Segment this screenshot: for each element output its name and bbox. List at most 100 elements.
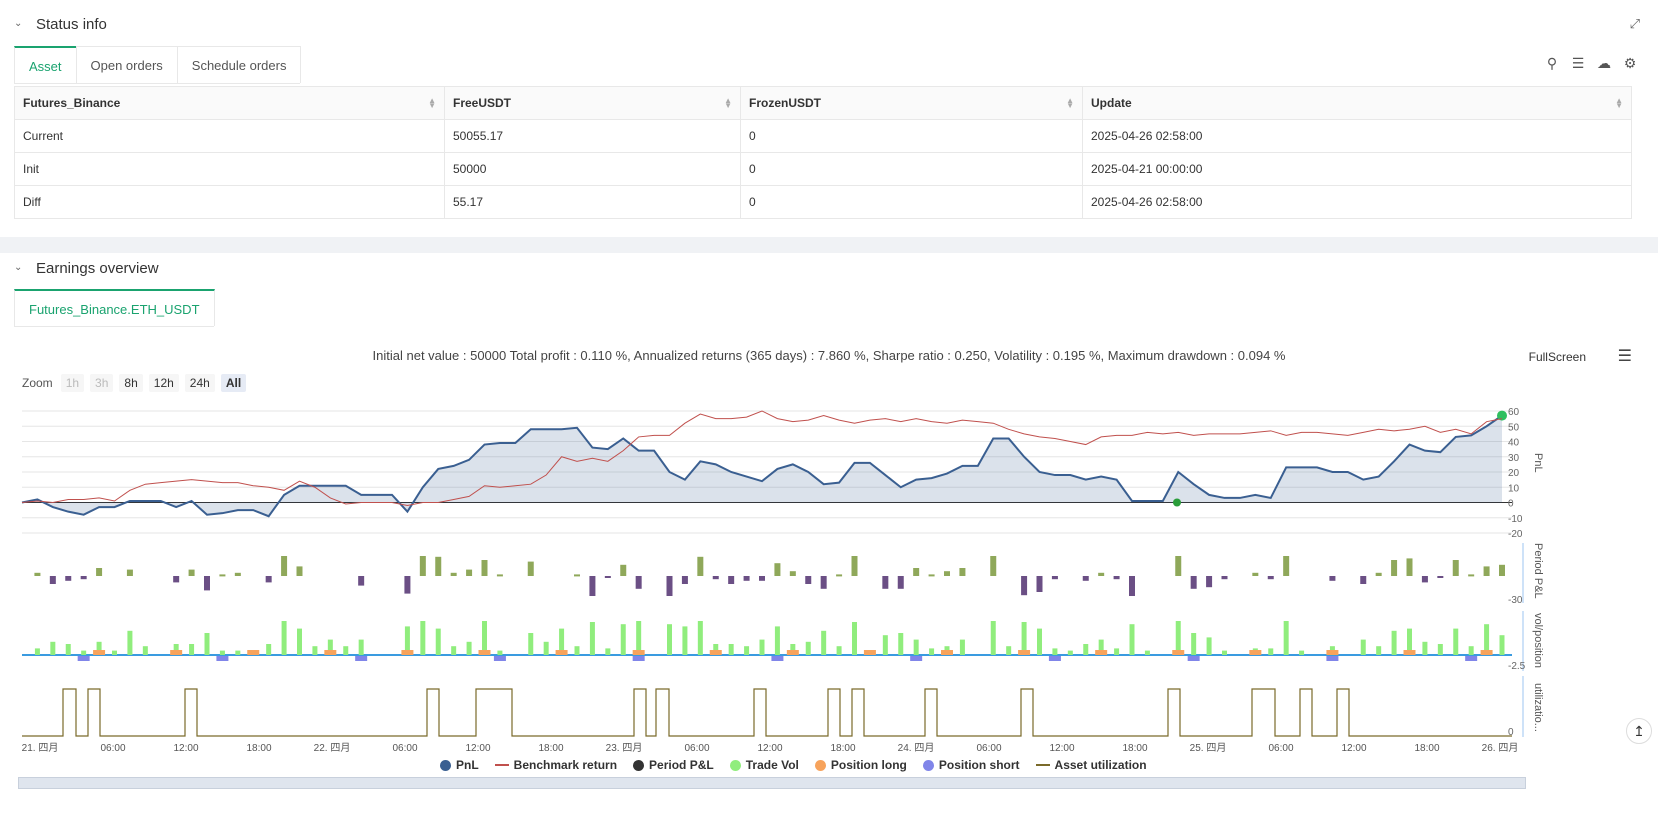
position-long-bar [786, 650, 799, 655]
earnings-chart[interactable]: 60 50 40 30 20 10 0 -10 -20 PnL Period P&L vol/posi… [0, 393, 1658, 753]
sort-icon[interactable]: ▲ ▼ [724, 97, 732, 110]
period-bar [481, 560, 488, 576]
period-bar [1252, 572, 1259, 576]
earnings-header[interactable]: ⌄ Earnings overview [14, 258, 159, 278]
scroll-to-top-icon[interactable]: ↥ [1626, 718, 1652, 744]
trade-vol-bar [312, 646, 318, 655]
trade-vol-bar [1268, 648, 1274, 655]
sort-icon[interactable]: ▲ ▼ [428, 97, 436, 110]
period-bar [1221, 576, 1228, 580]
sort-icon[interactable]: ▲ ▼ [1066, 97, 1074, 110]
tab-asset[interactable]: Asset [14, 46, 77, 83]
period-bar [1483, 566, 1490, 576]
x-tick-label: 12:00 [173, 743, 198, 753]
trade-vol-bar [451, 646, 457, 655]
position-long-bar [401, 650, 414, 655]
trade-vol-bar [420, 621, 426, 655]
period-bar [959, 568, 966, 576]
trade-vol-bar [1129, 624, 1135, 655]
position-short-bar [216, 656, 229, 661]
trade-vol-bar [466, 641, 472, 655]
sort-icon[interactable]: ▲ ▼ [1615, 97, 1623, 110]
status-info-panel: ⌄ Status info ⤢ Asset Open orders Schedu… [0, 0, 1658, 237]
legend-item-position-long[interactable]: Position long [814, 758, 907, 772]
period-bar [358, 576, 365, 586]
list-icon[interactable]: ☰ [1570, 55, 1586, 71]
tab-schedule-orders[interactable]: Schedule orders [176, 46, 302, 83]
trade-vol-bar [728, 644, 734, 655]
legend-item-position-short[interactable]: Position short [922, 758, 1020, 772]
period-bar [419, 556, 426, 576]
x-tick-label: 12:00 [465, 743, 490, 753]
trade-vol-bar [589, 622, 595, 655]
chart-legend: PnL Benchmark return Period P&L Trade Vo… [440, 758, 1147, 772]
period-bar [49, 576, 56, 584]
legend-item-benchmark[interactable]: Benchmark return [494, 758, 617, 772]
status-title: Status info [36, 15, 107, 33]
trade-vol-bar [65, 644, 71, 655]
trade-vol-bar [913, 639, 919, 655]
legend-item-trade-vol[interactable]: Trade Vol [729, 758, 799, 772]
period-bar [990, 556, 997, 576]
trade-vol-bar [929, 648, 935, 655]
zoom-3h-button[interactable]: 3h [90, 374, 114, 392]
zoom-24h-button[interactable]: 24h [184, 374, 215, 392]
search-icon[interactable]: ⚲ [1544, 55, 1560, 71]
chart-navigator[interactable] [18, 777, 1526, 789]
period-bar [820, 576, 827, 589]
position-long-bar [324, 650, 337, 655]
collapse-icon[interactable]: ⤢ [1630, 16, 1640, 32]
zoom-all-button[interactable]: All [220, 374, 247, 392]
zoom-1h-button[interactable]: 1h [60, 374, 85, 392]
position-long-bar [1095, 650, 1108, 655]
position-long-bar [1326, 650, 1339, 655]
tab-futures-binance-eth-usdt[interactable]: Futures_Binance.ETH_USDT [14, 289, 215, 326]
x-tick-label: 22. 四月 [314, 742, 351, 753]
legend-item-pnl[interactable]: PnL [440, 758, 479, 772]
zoom-8h-button[interactable]: 8h [119, 374, 143, 392]
period-bar [1283, 556, 1290, 576]
tab-open-orders[interactable]: Open orders [75, 46, 178, 83]
table-cell: 0 [740, 185, 1083, 219]
legend-item-period-pnl[interactable]: Period P&L [633, 758, 714, 772]
trade-vol-bar [990, 621, 996, 655]
column-header[interactable]: FrozenUSDT ▲ ▼ [740, 86, 1083, 120]
row-label-current[interactable]: Current [14, 119, 445, 153]
column-header[interactable]: FreeUSDT ▲ ▼ [444, 86, 741, 120]
x-tick-label: 06:00 [392, 743, 417, 753]
trade-vol-bar [1453, 628, 1459, 655]
status-header[interactable]: ⌄ Status info [14, 14, 107, 34]
trade-vol-bar [1037, 628, 1042, 655]
zoom-12h-button[interactable]: 12h [148, 374, 179, 392]
period-bar [728, 576, 735, 584]
trade-vol-bar [1144, 650, 1150, 655]
trade-vol-bar [667, 624, 672, 655]
position-long-bar [478, 650, 491, 655]
period-bar [80, 576, 87, 580]
period-bar [34, 572, 41, 576]
period-bar [435, 556, 442, 576]
gear-icon[interactable]: ⚙ [1622, 55, 1638, 71]
column-header[interactable]: Update ▲ ▼ [1082, 86, 1632, 120]
chart-grid [22, 410, 1524, 737]
position-long-bar [1403, 650, 1416, 655]
cloud-download-icon[interactable]: ☁ [1596, 55, 1612, 71]
trade-vol-bar [1067, 650, 1073, 655]
trade-vol-bar [636, 621, 642, 655]
period-bar [836, 574, 843, 577]
trade-vol-bar [805, 641, 811, 655]
period-bar [681, 576, 688, 584]
column-header[interactable]: Futures_Binance ▲ ▼ [14, 86, 445, 120]
legend-item-asset-utilization[interactable]: Asset utilization [1035, 758, 1147, 772]
period-bar [1129, 576, 1135, 596]
trade-vol-bar [497, 650, 503, 655]
position-long-bar [555, 650, 568, 655]
fullscreen-button[interactable]: FullScreen [1529, 350, 1586, 364]
period-bar [126, 569, 133, 576]
pnl-tick-label: -10 [1508, 514, 1523, 525]
menu-icon[interactable]: ☰ [1618, 346, 1632, 366]
chevron-down-icon[interactable]: ⌄ [14, 19, 24, 29]
chevron-down-icon[interactable]: ⌄ [14, 263, 24, 273]
table-toolbar: ⚲ ☰ ☁ ⚙ [1544, 55, 1638, 71]
period-bar [265, 576, 272, 583]
